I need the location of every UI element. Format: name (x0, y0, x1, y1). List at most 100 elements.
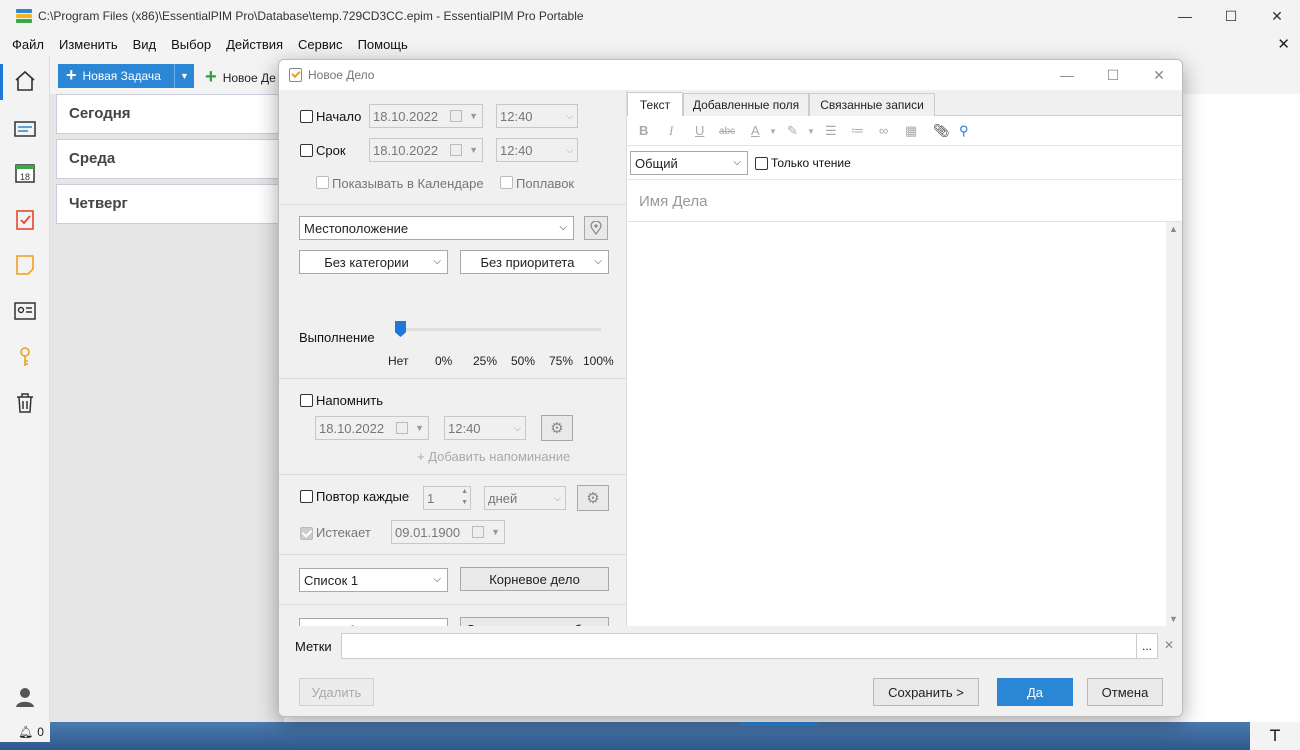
day-group-thursday[interactable]: Четверг (56, 184, 284, 224)
link-icon[interactable]: ∞ (879, 123, 888, 138)
tab-text[interactable]: Текст (627, 92, 683, 116)
due-time-value: 12:40 (500, 142, 533, 158)
scroll-up-icon[interactable]: ▲ (1169, 224, 1178, 234)
due-time-field[interactable]: 12:40 ⌵ (496, 138, 578, 162)
cancel-button[interactable]: Отмена (1087, 678, 1163, 706)
menu-actions[interactable]: Действия (226, 37, 283, 52)
notes-module-icon[interactable] (10, 250, 40, 280)
menu-view[interactable]: Вид (133, 37, 157, 52)
reminder-date-field[interactable]: 18.10.2022 ▼ (315, 416, 429, 440)
start-date-field[interactable]: 18.10.2022 ▼ (369, 104, 483, 128)
scroll-down-icon[interactable]: ▼ (1169, 614, 1178, 624)
strikethrough-button[interactable]: abc (719, 126, 735, 137)
repeat-checkbox[interactable] (300, 490, 313, 503)
expires-checkbox[interactable] (300, 527, 313, 541)
menu-close-icon[interactable]: ✕ (1277, 35, 1290, 53)
menu-bar: Файл Изменить Вид Выбор Действия Сервис … (0, 32, 1300, 56)
completion-slider-track[interactable] (399, 328, 601, 331)
bold-button[interactable]: B (639, 123, 648, 138)
float-checkbox[interactable] (500, 176, 513, 189)
tags-input[interactable] (341, 633, 1137, 659)
menu-edit[interactable]: Изменить (59, 37, 118, 52)
delete-button[interactable]: Удалить (299, 678, 374, 706)
ok-button[interactable]: Да (997, 678, 1073, 706)
new-item-button[interactable]: + Новое Де (205, 66, 276, 89)
task-notes-editor[interactable] (627, 222, 1167, 626)
chevron-down-icon: ▼ (469, 145, 478, 155)
category-select[interactable]: Без категории ⌵ (299, 250, 448, 274)
calendar-module-icon[interactable] (10, 114, 40, 144)
chevron-down-icon[interactable]: ▼ (807, 127, 815, 136)
stepper-up-icon[interactable]: ▲ (461, 488, 468, 495)
svg-text:18: 18 (20, 172, 30, 182)
start-time-field[interactable]: 12:40 ⌵ (496, 104, 578, 128)
calendar-18-icon[interactable]: 18 (10, 158, 40, 188)
tasks-module-icon[interactable] (10, 204, 40, 234)
divider (279, 204, 626, 205)
contacts-module-icon[interactable] (10, 296, 40, 326)
day-group-wednesday[interactable]: Среда (56, 139, 284, 179)
tab-linked-items[interactable]: Связанные записи (809, 93, 935, 116)
bullet-list-icon[interactable]: ☰ (825, 123, 837, 139)
menu-service[interactable]: Сервис (298, 37, 343, 52)
underline-button[interactable]: U (695, 123, 704, 138)
format-toolbar: B I U abc A ▼ ✎ ▼ ☰ ≔ ∞ ▦ 📎︎ ⚲ (627, 116, 1182, 146)
close-icon[interactable]: ✕ (1254, 0, 1300, 32)
location-select[interactable]: Местоположение ⌵ (299, 216, 574, 240)
dialog-buttons: Удалить Сохранить > Да Отмена (279, 666, 1182, 716)
start-checkbox[interactable] (300, 110, 313, 123)
chevron-down-icon[interactable]: ▼ (769, 127, 777, 136)
save-more-button[interactable]: Сохранить > (873, 678, 979, 706)
highlight-icon[interactable]: ✎ (787, 123, 798, 139)
due-date-field[interactable]: 18.10.2022 ▼ (369, 138, 483, 162)
chevron-down-icon[interactable]: ▼ (174, 64, 194, 88)
reminder-settings-button[interactable]: ⚙ (541, 415, 573, 441)
clear-tags-icon[interactable]: ✕ (1164, 638, 1174, 652)
paragraph-style-select[interactable]: Общий ⌵ (630, 151, 748, 175)
expires-date-field[interactable]: 09.01.1900 ▼ (391, 520, 505, 544)
minimize-icon[interactable]: — (1162, 0, 1208, 32)
dialog-minimize-icon[interactable]: — (1044, 60, 1090, 90)
reminder-time-field[interactable]: 12:40 ⌵ (444, 416, 526, 440)
add-reminder-link[interactable]: + Добавить напоминание (417, 449, 570, 464)
insert-date-icon[interactable]: ▦ (905, 123, 917, 139)
chevron-down-icon: ▼ (415, 423, 424, 433)
show-in-calendar-checkbox[interactable] (316, 176, 329, 189)
divider (279, 378, 626, 379)
stepper-down-icon[interactable]: ▼ (461, 499, 468, 506)
list-select[interactable]: Список 1 ⌵ (299, 568, 448, 592)
link-contact-icon[interactable]: ⚲ (959, 123, 969, 139)
editor-scrollbar[interactable]: ▲ ▼ (1166, 222, 1182, 626)
root-task-button[interactable]: Корневое дело (460, 567, 609, 591)
tab-custom-fields[interactable]: Добавленные поля (683, 93, 809, 116)
repeat-interval-stepper[interactable]: 1 ▲ ▼ (423, 486, 471, 510)
trash-module-icon[interactable] (10, 388, 40, 418)
tags-browse-button[interactable]: ... (1136, 633, 1158, 659)
notifications-counter[interactable]: 🔔︎ 0 (0, 722, 50, 742)
numbered-list-icon[interactable]: ≔ (851, 123, 864, 139)
font-color-button[interactable]: A (751, 123, 760, 138)
day-group-today[interactable]: Сегодня (56, 94, 284, 134)
menu-select[interactable]: Выбор (171, 37, 211, 52)
home-icon[interactable] (10, 66, 40, 96)
repeat-unit-select[interactable]: дней ⌵ (484, 486, 566, 510)
new-task-button[interactable]: + Новая Задача ▼ (58, 64, 194, 88)
task-name-input[interactable]: Имя Дела (627, 180, 1182, 222)
repeat-settings-button[interactable]: ⚙ (577, 485, 609, 511)
user-avatar-icon[interactable] (10, 682, 40, 712)
dialog-maximize-icon[interactable]: ☐ (1090, 60, 1136, 90)
attachment-icon[interactable]: 📎︎ (933, 123, 950, 139)
completion-slider-handle[interactable] (395, 321, 406, 337)
maximize-icon[interactable]: ☐ (1208, 0, 1254, 32)
menu-file[interactable]: Файл (12, 37, 44, 52)
readonly-checkbox[interactable] (755, 157, 768, 170)
reminder-checkbox[interactable] (300, 394, 313, 407)
priority-select[interactable]: Без приоритета ⌵ (460, 250, 609, 274)
passwords-module-icon[interactable] (10, 342, 40, 372)
task-properties-panel: Начало 18.10.2022 ▼ 12:40 ⌵ Срок 18.10.20… (279, 90, 626, 626)
menu-help[interactable]: Помощь (358, 37, 408, 52)
dialog-close-icon[interactable]: ✕ (1136, 60, 1182, 90)
due-checkbox[interactable] (300, 144, 313, 157)
italic-button[interactable]: I (669, 123, 673, 139)
map-pin-button[interactable] (584, 216, 608, 240)
